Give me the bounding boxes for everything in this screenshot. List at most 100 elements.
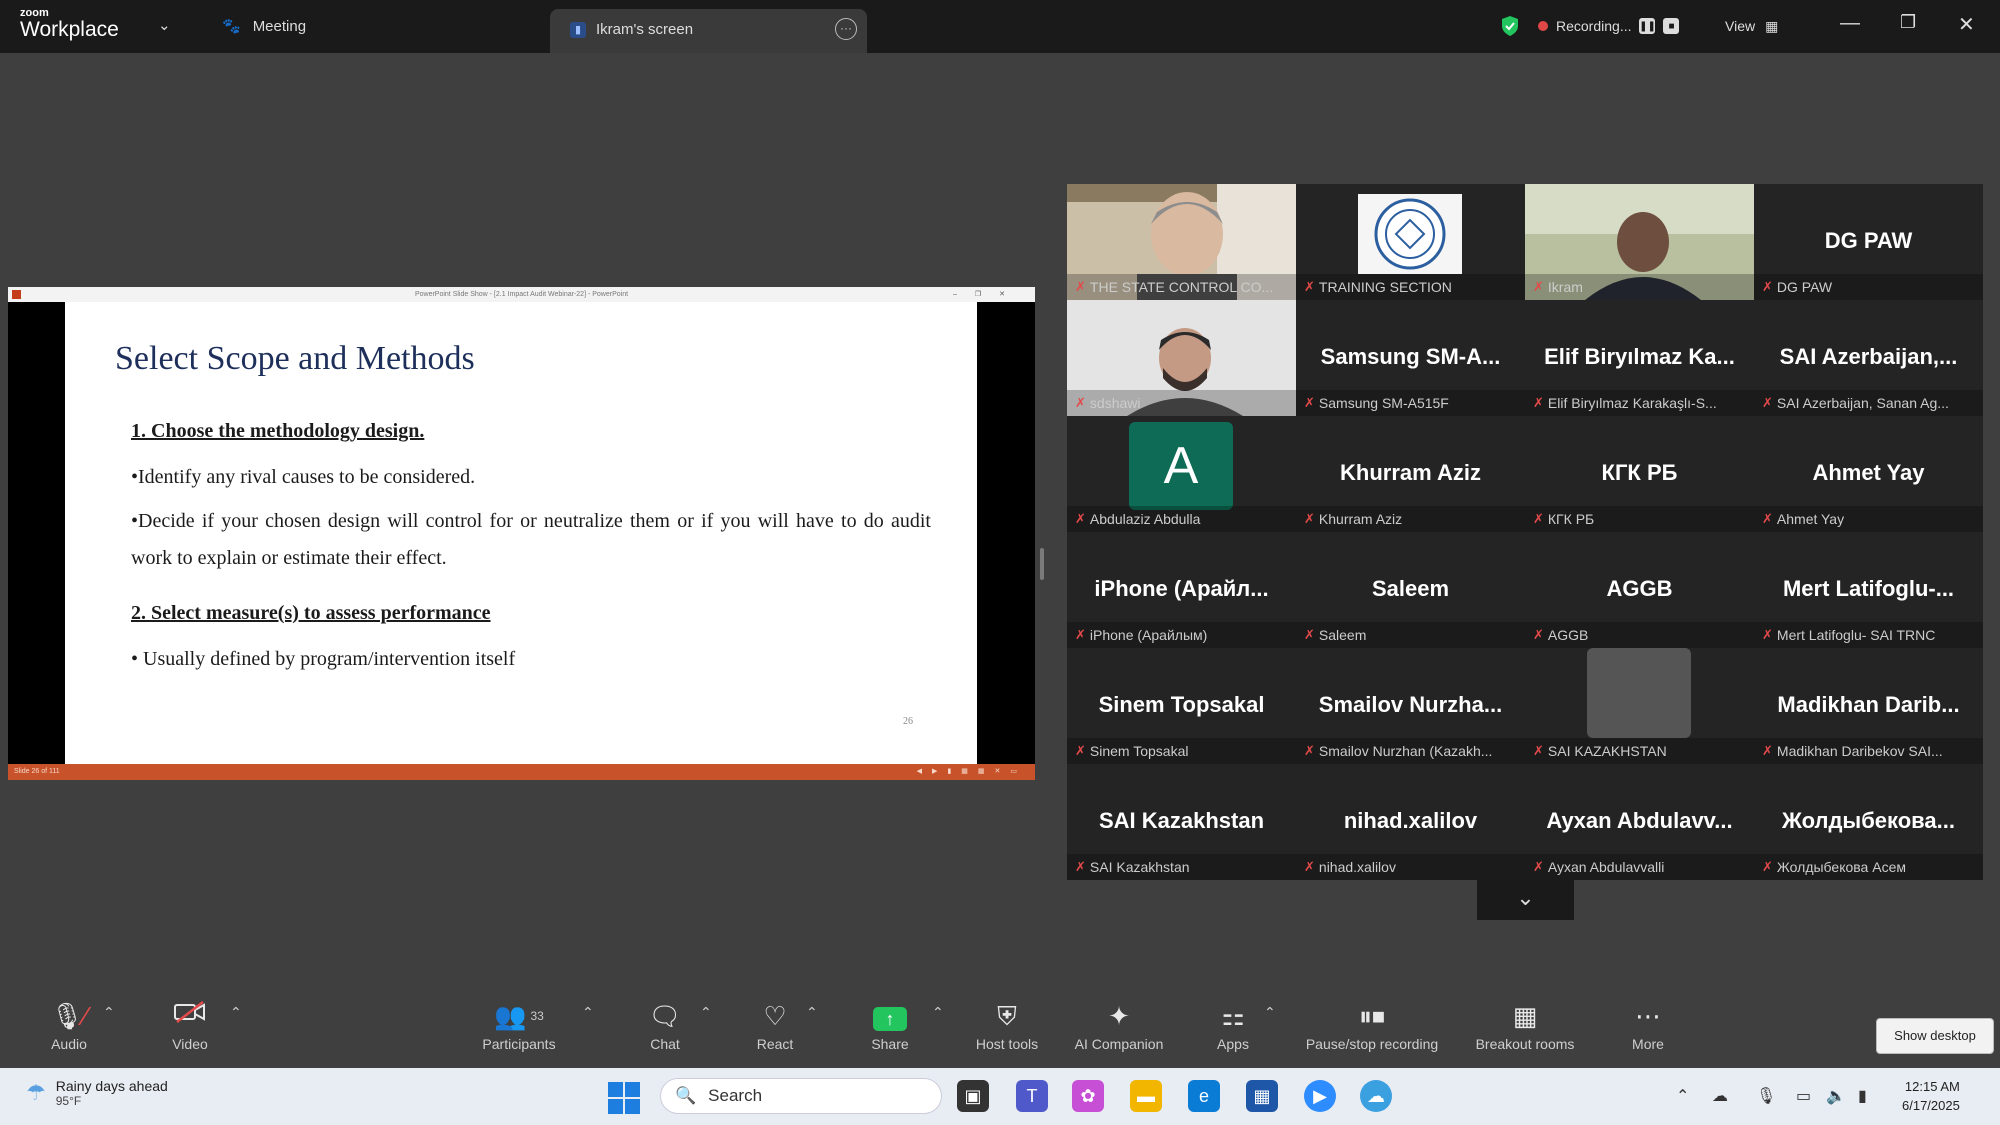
participant-tile[interactable]: ✗ Ikram: [1525, 184, 1754, 300]
chat-caret-icon[interactable]: ⌃: [700, 1004, 712, 1021]
battery-icon[interactable]: ▮: [1858, 1086, 1867, 1106]
pause-stop-recording-button[interactable]: ⏸⏹ Pause/stop recording: [1294, 998, 1450, 1052]
apps-button[interactable]: ⚏ Apps: [1208, 998, 1258, 1052]
weather-rain-icon: ☂: [26, 1080, 46, 1105]
participant-tile[interactable]: SAI Kazakhstan ✗ SAI Kazakhstan: [1067, 764, 1296, 880]
participant-tile[interactable]: A ✗ Abdulaziz Abdulla: [1067, 416, 1296, 532]
participant-tile[interactable]: Samsung SM-A... ✗ Samsung SM-A515F: [1296, 300, 1525, 416]
avatar: A: [1129, 422, 1233, 510]
zoom-app-icon[interactable]: ▶: [1304, 1080, 1336, 1112]
windows-start-icon[interactable]: [608, 1082, 640, 1114]
file-explorer-icon[interactable]: ▬: [1130, 1080, 1162, 1112]
ai-companion-button[interactable]: ✦ AI Companion: [1068, 998, 1170, 1052]
react-caret-icon[interactable]: ⌃: [806, 1004, 818, 1021]
participant-name-label: Saleem: [1318, 627, 1367, 643]
encryption-shield-icon[interactable]: [1500, 14, 1520, 38]
participant-name-label: THE STATE CONTROL CO...: [1089, 279, 1274, 295]
copilot-icon[interactable]: ✿: [1072, 1080, 1104, 1112]
participant-tile[interactable]: ✗ SAI KAZAKHSTAN: [1525, 648, 1754, 764]
minimize-icon[interactable]: —: [1840, 12, 1860, 35]
breakout-rooms-button[interactable]: ▦ Breakout rooms: [1466, 998, 1584, 1052]
edge-icon[interactable]: e: [1188, 1080, 1220, 1112]
participant-tile[interactable]: Khurram Aziz ✗ Khurram Aziz: [1296, 416, 1525, 532]
close-icon[interactable]: ✕: [1958, 12, 1975, 37]
weather-app-icon[interactable]: ☁: [1360, 1080, 1392, 1112]
audio-options-caret-icon[interactable]: ⌃: [103, 1004, 115, 1021]
weather-widget[interactable]: ☂ Rainy days ahead 95°F: [26, 1078, 168, 1108]
participant-name-bar: ✗ Sinem Topsakal: [1067, 738, 1296, 764]
system-clock[interactable]: 12:15 AM 6/17/2025: [1902, 1077, 1960, 1115]
participant-tile[interactable]: AGGB ✗ AGGB: [1525, 532, 1754, 648]
mic-muted-icon: ✗: [1762, 859, 1773, 874]
participant-tile[interactable]: Ayxan Abdulavv... ✗ Ayxan Abdulavvalli: [1525, 764, 1754, 880]
mic-muted-icon: ✗: [1075, 395, 1086, 410]
stop-recording-icon[interactable]: ■: [1663, 18, 1680, 34]
participant-tile[interactable]: Saleem ✗ Saleem: [1296, 532, 1525, 648]
participants-button[interactable]: 👥 33 Participants: [478, 998, 560, 1052]
participant-tile[interactable]: Mert Latifoglu-... ✗ Mert Latifoglu- SAI T…: [1754, 532, 1983, 648]
participant-display-name: Smailov Nurzha...: [1318, 692, 1503, 717]
restore-icon[interactable]: ❐: [1900, 12, 1916, 33]
participant-display-name: Ayxan Abdulavv...: [1546, 808, 1733, 833]
participant-tile[interactable]: Madikhan Darib... ✗ Madikhan Daribekov SAI…: [1754, 648, 1983, 764]
pause-recording-icon[interactable]: ❚❚: [1639, 18, 1656, 34]
participant-tile[interactable]: ✗ THE STATE CONTROL CO...: [1067, 184, 1296, 300]
mic-muted-icon: ✗: [1762, 279, 1773, 294]
mic-muted-icon: ✗: [1533, 279, 1544, 294]
teams-icon[interactable]: T: [1016, 1080, 1048, 1112]
participant-tile[interactable]: Жолдыбекова... ✗ Жолдыбекова Асем: [1754, 764, 1983, 880]
tray-chevron-icon[interactable]: ⌃: [1676, 1086, 1689, 1106]
display-icon[interactable]: ▭: [1796, 1086, 1811, 1106]
video-off-icon: [165, 998, 215, 1034]
apps-caret-icon[interactable]: ⌃: [1264, 1004, 1276, 1021]
participant-name-label: Sinem Topsakal: [1089, 743, 1189, 759]
meeting-menu[interactable]: 🐾 Meeting: [222, 17, 306, 36]
mic-muted-icon: ✗: [1304, 511, 1315, 526]
participant-tile[interactable]: ✗ sdshawi: [1067, 300, 1296, 416]
audio-button[interactable]: 🎙⁄ Audio: [44, 998, 94, 1052]
participant-name-label: Smailov Nurzhan (Kazakh...: [1318, 743, 1493, 759]
participants-caret-icon[interactable]: ⌃: [582, 1004, 594, 1021]
participant-name-bar: ✗ Abdulaziz Abdulla: [1067, 506, 1296, 532]
participant-tile[interactable]: КГК РБ ✗ КГК РБ: [1525, 416, 1754, 532]
mic-tray-icon[interactable]: 🎙: [1756, 1086, 1776, 1106]
more-options-icon[interactable]: ···: [835, 18, 857, 40]
taskbar-search[interactable]: 🔍 Search: [660, 1078, 942, 1114]
network-icon[interactable]: ☁: [1712, 1086, 1728, 1106]
participant-tile[interactable]: ✗ TRAINING SECTION: [1296, 184, 1525, 300]
video-options-caret-icon[interactable]: ⌃: [230, 1004, 242, 1021]
more-button[interactable]: ⋯ More: [1620, 998, 1676, 1052]
video-button[interactable]: Video: [165, 998, 215, 1052]
tab-shared-screen[interactable]: ▮ Ikram's screen ···: [550, 9, 867, 53]
participant-tile[interactable]: Smailov Nurzha... ✗ Smailov Nurzhan (Kazak…: [1296, 648, 1525, 764]
participant-tile[interactable]: SAI Azerbaijan,... ✗ SAI Azerbaijan, Sanan…: [1754, 300, 1983, 416]
participant-tile[interactable]: Sinem Topsakal ✗ Sinem Topsakal: [1067, 648, 1296, 764]
participant-tile[interactable]: Elif Biryılmaz Ka... ✗ Elif Biryılmaz Kara…: [1525, 300, 1754, 416]
participant-name-label: Ayxan Abdulavvalli: [1547, 859, 1665, 875]
participant-display-name: Samsung SM-A...: [1320, 344, 1501, 369]
participant-display-name: Madikhan Darib...: [1777, 692, 1960, 717]
store-icon[interactable]: ▦: [1246, 1080, 1278, 1112]
chat-button[interactable]: 🗨 Chat: [640, 998, 690, 1052]
volume-icon[interactable]: 🔈: [1826, 1086, 1846, 1106]
participant-tile[interactable]: Ahmet Yay ✗ Ahmet Yay: [1754, 416, 1983, 532]
host-tools-button[interactable]: ⛨ Host tools: [968, 998, 1046, 1052]
host-tools-label: Host tools: [975, 1036, 1039, 1052]
share-button[interactable]: ↑ Share: [865, 998, 915, 1052]
view-button[interactable]: View ▦: [1725, 14, 1778, 38]
participant-tile[interactable]: DG PAW ✗ DG PAW: [1754, 184, 1983, 300]
react-button[interactable]: ♡ React: [750, 998, 800, 1052]
participant-name-bar: ✗ Mert Latifoglu- SAI TRNC: [1754, 622, 1983, 648]
slideshow-controls-icon[interactable]: ◀▶▮▦▦✕▭: [917, 764, 1027, 780]
participant-tile[interactable]: iPhone (Арайл... ✗ iPhone (Арайлым): [1067, 532, 1296, 648]
share-caret-icon[interactable]: ⌃: [932, 1004, 944, 1021]
gallery-next-page-button[interactable]: ⌄: [1477, 880, 1574, 920]
participant-tile[interactable]: nihad.xalilov ✗ nihad.xalilov: [1296, 764, 1525, 880]
shared-screen[interactable]: PowerPoint Slide Show - [2.1 Impact Audi…: [8, 287, 1035, 780]
resize-handle[interactable]: [1040, 548, 1044, 580]
zoom-logo[interactable]: zoom Workplace: [20, 8, 119, 41]
recording-indicator[interactable]: Recording... ❚❚ ■: [1538, 14, 1680, 38]
mic-muted-icon: ✗: [1533, 859, 1544, 874]
task-view-icon[interactable]: ▣: [957, 1080, 989, 1112]
chevron-down-icon[interactable]: ⌄: [158, 16, 171, 34]
